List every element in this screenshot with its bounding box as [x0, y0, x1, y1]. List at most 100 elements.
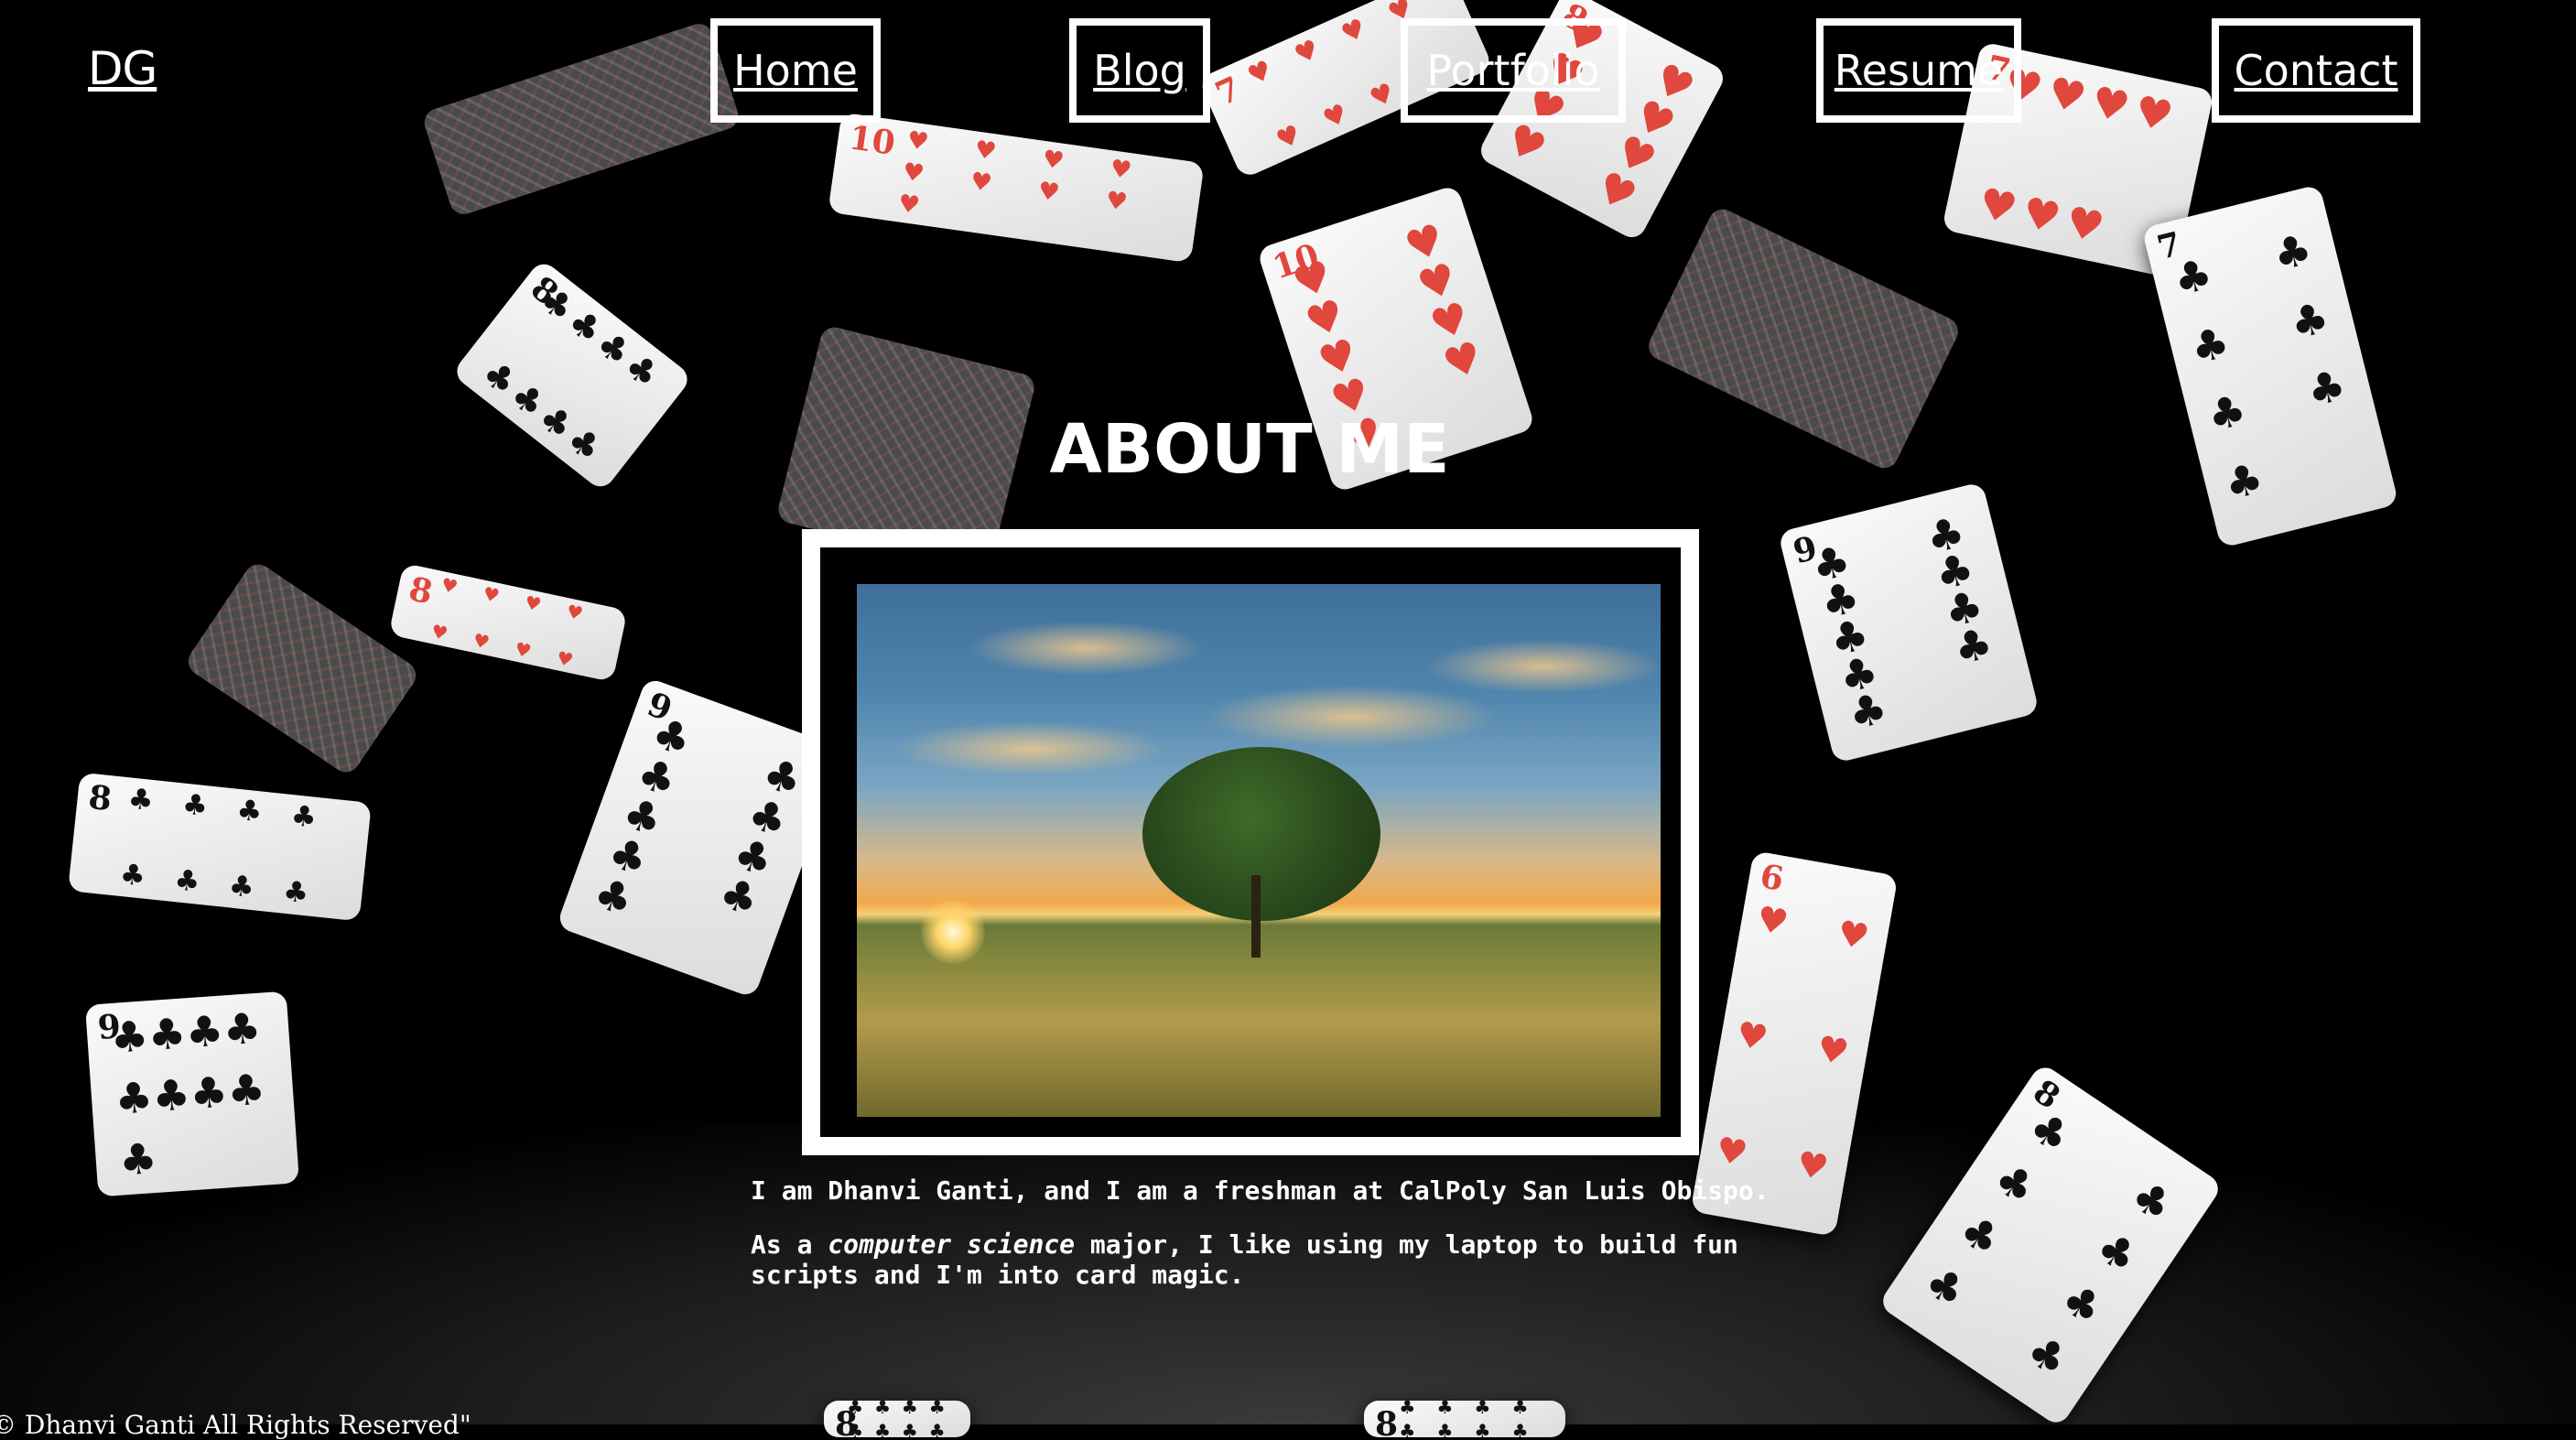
bio-line-2: As a computer science major, I like usin…	[751, 1229, 1738, 1290]
club-pip-icon: ♣	[180, 787, 210, 824]
nav-contact-button[interactable]: Contact	[2212, 18, 2420, 123]
heart-pip-icon: ♥	[2018, 187, 2065, 244]
card-index: 8	[1375, 1405, 1399, 1437]
heart-pip-icon: ♥	[522, 590, 544, 617]
club-pip-icon: ♣	[1948, 617, 1997, 675]
club-pip-icon: ♣	[1843, 682, 1892, 741]
tree-trunk	[1251, 875, 1261, 958]
playing-card: 8 ♣ ♣ ♣ ♣ ♣ ♣ ♣ ♣	[68, 772, 372, 922]
nav-resume-button[interactable]: Resume	[1816, 18, 2021, 123]
playing-card: 10 ♥ ♥ ♥ ♥ ♥ ♥ ♥ ♥ ♥	[828, 112, 1205, 264]
club-pip-icon: ♣	[874, 1401, 891, 1419]
playing-card: 7 ♣ ♣ ♣ ♣ ♣ ♣ ♣	[2141, 184, 2399, 548]
club-pip-icon: ♣	[150, 1069, 192, 1121]
heart-pip-icon: ♥	[2061, 196, 2109, 253]
club-pip-icon: ♣	[928, 1401, 946, 1419]
club-pip-icon: ♣	[712, 867, 766, 927]
club-pip-icon: ♣	[1511, 1419, 1529, 1437]
heart-pip-icon: ♥	[1753, 898, 1791, 944]
heart-pip-icon: ♥	[1365, 76, 1400, 114]
club-pip-icon: ♣	[2268, 223, 2317, 281]
heart-pip-icon: ♥	[438, 573, 460, 599]
club-pip-icon: ♣	[901, 1419, 918, 1437]
card-index: 8	[86, 777, 114, 819]
heart-pip-icon: ♥	[904, 125, 931, 157]
heart-pip-icon: ♥	[481, 582, 502, 608]
playing-card-back	[420, 19, 742, 219]
club-pip-icon: ♣	[2020, 1100, 2080, 1164]
club-pip-icon: ♣	[901, 1401, 918, 1419]
club-pip-icon: ♣	[874, 1419, 891, 1437]
heart-pip-icon: ♥	[1436, 330, 1488, 390]
nav-home-button[interactable]: Home	[710, 18, 881, 123]
heart-pip-icon: ♥	[968, 168, 994, 198]
heart-pip-icon: ♥	[901, 157, 926, 189]
heart-pip-icon: ♥	[1834, 912, 1873, 958]
club-pip-icon: ♣	[1474, 1401, 1491, 1419]
club-pip-icon: ♣	[113, 1072, 155, 1124]
heart-pip-icon: ♥	[428, 619, 450, 644]
heart-pip-icon: ♥	[471, 628, 492, 654]
club-pip-icon: ♣	[117, 1133, 159, 1186]
heart-pip-icon: ♥	[1242, 53, 1277, 92]
club-pip-icon: ♣	[281, 874, 310, 911]
club-pip-icon: ♣	[1436, 1401, 1454, 1419]
club-pip-icon: ♣	[1951, 1204, 2010, 1267]
club-pip-icon: ♣	[146, 1008, 188, 1060]
club-pip-icon: ♣	[847, 1419, 864, 1437]
heart-pip-icon: ♥	[1271, 117, 1306, 157]
nav-blog-button[interactable]: Blog	[1069, 18, 1210, 123]
heart-pip-icon: ♥	[1793, 1142, 1832, 1189]
club-pip-icon: ♣	[126, 782, 156, 817]
club-pip-icon: ♣	[847, 1401, 864, 1419]
heart-pip-icon: ♥	[1040, 145, 1066, 176]
club-pip-icon: ♣	[188, 1066, 230, 1120]
playing-card: 8 ♣ ♣ ♣ ♣ ♣ ♣ ♣ ♣	[1878, 1062, 2224, 1428]
heart-pip-icon: ♥	[1103, 186, 1130, 217]
tree-crown	[1142, 747, 1380, 921]
club-pip-icon: ♣	[1436, 1419, 1454, 1437]
club-pip-icon: ♣	[2185, 316, 2235, 374]
club-pip-icon: ♣	[1511, 1401, 1529, 1419]
playing-card: 8 ♥ ♥ ♥ ♥ ♥ ♥ ♥ ♥	[388, 562, 628, 683]
photo-frame	[802, 529, 1699, 1155]
card-index: 6	[1757, 857, 1787, 899]
club-pip-icon: ♣	[225, 1064, 267, 1117]
club-pip-icon: ♣	[1399, 1419, 1416, 1437]
nav-portfolio-button[interactable]: Portfolio	[1401, 18, 1626, 123]
heart-pip-icon: ♥	[1336, 12, 1371, 50]
club-pip-icon: ♣	[109, 1011, 150, 1063]
club-pip-icon: ♣	[1915, 1256, 1975, 1318]
playing-card: 8 ♣ ♣ ♣ ♣ ♣ ♣ ♣ ♣	[824, 1401, 970, 1437]
club-pip-icon: ♣	[221, 1002, 263, 1056]
card-index: 8	[406, 569, 437, 612]
card-index: 7	[1209, 69, 1247, 114]
playing-card-back	[182, 558, 422, 778]
heart-pip-icon: ♥	[1813, 1027, 1852, 1074]
club-pip-icon: ♣	[928, 1419, 946, 1437]
sun	[921, 900, 985, 964]
heart-pip-icon: ♥	[554, 645, 576, 671]
club-pip-icon: ♣	[183, 1005, 225, 1058]
heart-pip-icon: ♥	[1289, 32, 1324, 71]
heart-pip-icon: ♥	[513, 637, 534, 663]
page-title: ABOUT ME	[1049, 410, 1450, 489]
heart-pip-icon: ♥	[1035, 177, 1062, 208]
playing-card: 8 ♣ ♣ ♣ ♣ ♣ ♣ ♣ ♣	[1364, 1401, 1565, 1437]
club-pip-icon: ♣	[2087, 1221, 2148, 1283]
heart-pip-icon: ♥	[2043, 67, 2091, 124]
bio-line-1: I am Dhanvi Ganti, and I am a freshman a…	[751, 1175, 1770, 1206]
logo-link[interactable]: DG	[88, 42, 157, 95]
club-pip-icon: ♣	[2301, 360, 2351, 417]
club-pip-icon: ♣	[1986, 1152, 2045, 1215]
heart-pip-icon: ♥	[1317, 97, 1353, 135]
club-pip-icon: ♣	[227, 869, 256, 905]
footer-copyright: © Dhanvi Ganti All Rights Reserved"	[0, 1410, 471, 1440]
club-pip-icon: ♣	[2122, 1169, 2182, 1232]
club-pip-icon: ♣	[1399, 1401, 1416, 1419]
tree-sunset-photo	[857, 584, 1661, 1117]
heart-pip-icon: ♥	[2086, 76, 2135, 133]
club-pip-icon: ♣	[2285, 291, 2334, 349]
card-index: 10	[846, 118, 898, 163]
heart-pip-icon: ♥	[2130, 85, 2178, 142]
